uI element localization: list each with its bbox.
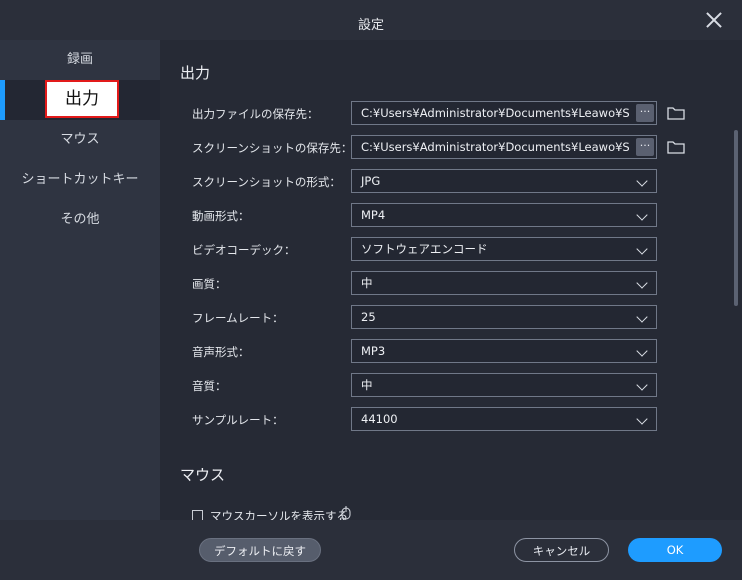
ok-button[interactable]: OK [628, 538, 722, 562]
screenshot-path-label: スクリーンショットの保存先： [192, 141, 353, 155]
chevron-down-icon [636, 209, 648, 221]
chevron-down-icon [636, 243, 648, 255]
select-value: 25 [361, 310, 376, 324]
video-format-select[interactable]: MP4 [351, 203, 657, 227]
screenshot-path-field[interactable]: C:¥Users¥Administrator¥Documents¥Leawo¥S… [351, 135, 657, 159]
sidebar-item-other[interactable]: その他 [0, 200, 160, 240]
sidebar-item-label: マウス [60, 132, 100, 147]
close-icon[interactable] [704, 10, 724, 30]
video-quality-select[interactable]: 中 [351, 271, 657, 295]
output-path-label: 出力ファイルの保存先： [192, 107, 319, 121]
select-value: 中 [361, 276, 373, 290]
video-format-label: 動画形式： [192, 209, 250, 223]
screenshot-format-select[interactable]: JPG [351, 169, 657, 193]
chevron-down-icon [636, 311, 648, 323]
sidebar-item-label: 出力 [65, 89, 99, 109]
select-value: MP3 [361, 344, 386, 358]
sidebar-item-label: その他 [60, 212, 100, 227]
frame-rate-select[interactable]: 25 [351, 305, 657, 329]
audio-quality-select[interactable]: 中 [351, 373, 657, 397]
sidebar-item-mouse[interactable]: マウス [0, 120, 160, 160]
title-bar: 設定 [0, 0, 742, 40]
audio-format-label: 音声形式： [192, 345, 250, 359]
frame-rate-label: フレームレート： [192, 311, 284, 325]
section-title-mouse: マウス [180, 466, 226, 484]
sidebar-item-label: 録画 [66, 52, 93, 67]
select-value: MP4 [361, 208, 386, 222]
select-value: 中 [361, 378, 373, 392]
sidebar-item-output[interactable]: 出力 [0, 80, 160, 120]
sidebar: 録画 出力 マウス ショートカットキー その他 [0, 40, 160, 520]
sidebar-item-label: ショートカットキー [21, 172, 139, 187]
audio-quality-label: 音質： [192, 379, 227, 393]
show-cursor-checkbox[interactable] [192, 510, 203, 520]
section-title-output: 出力 [180, 64, 211, 82]
sample-rate-select[interactable]: 44100 [351, 407, 657, 431]
audio-format-select[interactable]: MP3 [351, 339, 657, 363]
mouse-icon [341, 506, 351, 520]
screenshot-path-value: C:¥Users¥Administrator¥Documents¥Leawo¥S [361, 140, 630, 154]
output-path-field[interactable]: C:¥Users¥Administrator¥Documents¥Leawo¥S… [351, 101, 657, 125]
folder-icon[interactable] [667, 140, 685, 154]
select-value: ソフトウェアエンコード [361, 242, 488, 256]
video-codec-select[interactable]: ソフトウェアエンコード [351, 237, 657, 261]
video-codec-label: ビデオコーデック： [192, 243, 296, 257]
browse-button[interactable]: ··· [636, 138, 654, 156]
chevron-down-icon [636, 345, 648, 357]
sample-rate-label: サンプルレート： [192, 413, 284, 427]
chevron-down-icon [636, 379, 648, 391]
show-cursor-label: マウスカーソルを表示する [210, 509, 348, 520]
select-value: 44100 [361, 412, 398, 426]
settings-dialog: 設定 録画 出力 マウス ショートカットキー その他 出力 出力ファイルの保存先… [0, 0, 742, 580]
cancel-button[interactable]: キャンセル [514, 538, 609, 562]
settings-content: 出力 出力ファイルの保存先： C:¥Users¥Administrator¥Do… [160, 40, 728, 520]
browse-button[interactable]: ··· [636, 104, 654, 122]
dialog-title: 設定 [357, 18, 384, 33]
active-indicator [0, 80, 5, 120]
chevron-down-icon [636, 413, 648, 425]
screenshot-format-label: スクリーンショットの形式： [192, 175, 341, 189]
sidebar-item-shortcut-keys[interactable]: ショートカットキー [0, 160, 160, 200]
reset-default-button[interactable]: デフォルトに戻す [199, 538, 321, 562]
video-quality-label: 画質： [192, 277, 227, 291]
select-value: JPG [361, 174, 381, 188]
scrollbar-thumb[interactable] [734, 130, 738, 306]
folder-icon[interactable] [667, 106, 685, 120]
sidebar-item-recording[interactable]: 録画 [0, 40, 160, 80]
scrollbar[interactable] [728, 40, 742, 520]
dialog-footer: デフォルトに戻す キャンセル OK [0, 520, 742, 580]
chevron-down-icon [636, 277, 648, 289]
output-path-value: C:¥Users¥Administrator¥Documents¥Leawo¥S [361, 106, 630, 120]
chevron-down-icon [636, 175, 648, 187]
